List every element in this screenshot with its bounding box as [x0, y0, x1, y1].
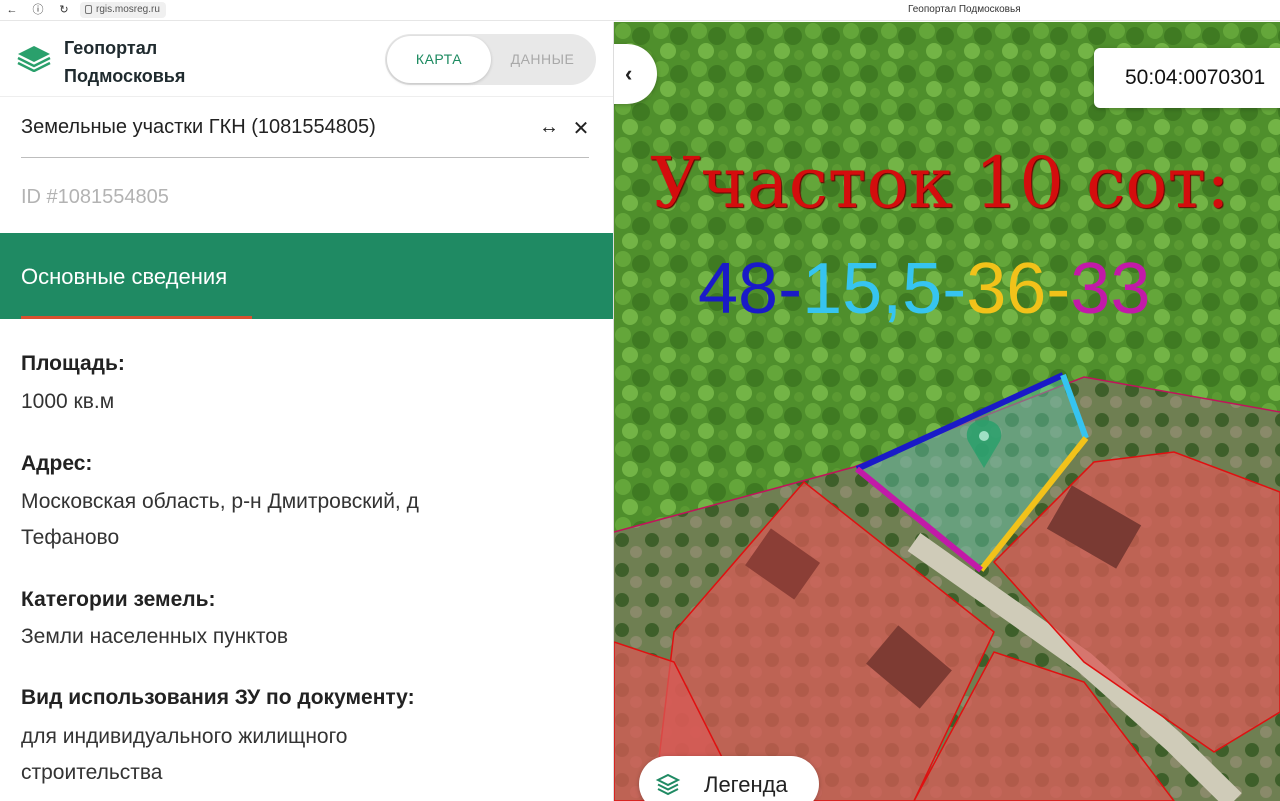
- expand-icon[interactable]: ↔: [538, 116, 560, 141]
- section-header[interactable]: Основные сведения: [0, 233, 613, 319]
- brand-line-2: Подмосковья: [64, 66, 186, 86]
- site-info-icon[interactable]: ⓘ: [32, 3, 44, 17]
- dimension-segment: -: [942, 249, 967, 329]
- overlay-dimensions: 48-15,5-36-33: [698, 248, 1150, 330]
- dimension-segment: -: [1046, 249, 1071, 329]
- cadastral-number-box[interactable]: 50:04:0070301: [1094, 48, 1280, 108]
- browser-toolbar: ← ⓘ ↻ rgis.mosreg.ru Геопортал Подмосков…: [0, 0, 1280, 21]
- layer-divider: [21, 157, 589, 158]
- cadastral-number: 50:04:0070301: [1125, 66, 1266, 89]
- view-toggle: КАРТА ДАННЫЕ: [385, 34, 596, 85]
- tab-title: Геопортал Подмосковья: [908, 4, 1021, 15]
- dimension-segment: 15,5: [802, 249, 943, 329]
- address-text: rgis.mosreg.ru: [96, 4, 160, 15]
- map-view[interactable]: ‹ 50:04:0070301 Участок 10 сот: 48-15,5-…: [614, 22, 1280, 801]
- dimension-segment: 36: [966, 249, 1047, 329]
- object-id: ID #1081554805: [21, 186, 169, 208]
- field-value-usage: для индивидуального жилищного строительс…: [21, 725, 348, 784]
- legend-label: Легенда: [704, 772, 788, 797]
- satellite-map[interactable]: [614, 22, 1280, 801]
- field-value-category: Земли населенных пунктов: [21, 625, 289, 648]
- geoportal-logo-icon: [17, 46, 51, 72]
- dimension-segment: 48: [698, 249, 779, 329]
- close-icon[interactable]: ✕: [570, 116, 592, 141]
- layers-icon: [655, 773, 681, 796]
- layer-title: Земельные участки ГКН (1081554805): [21, 116, 376, 138]
- back-arrow-icon[interactable]: ←: [6, 3, 18, 17]
- overlay-title: Участок 10 сот:: [650, 142, 1230, 224]
- address-bar[interactable]: rgis.mosreg.ru: [80, 2, 166, 18]
- field-value-address: Московская область, р-н Дмитровский, д Т…: [21, 490, 419, 549]
- tab-map[interactable]: КАРТА: [387, 36, 491, 83]
- field-value-area: 1000 кв.м: [21, 390, 115, 413]
- field-label-area: Площадь:: [21, 352, 125, 375]
- section-title: Основные сведения: [21, 264, 228, 289]
- chevron-left-icon: ‹: [625, 61, 633, 86]
- browser-nav: ← ⓘ ↻: [6, 3, 70, 17]
- tab-data[interactable]: ДАННЫЕ: [491, 36, 594, 83]
- dimension-segment: -: [778, 249, 803, 329]
- field-label-address: Адрес:: [21, 452, 93, 475]
- field-label-usage: Вид использования ЗУ по документу:: [21, 686, 415, 709]
- brand-name[interactable]: Геопортал Подмосковья: [64, 34, 185, 90]
- legend-button[interactable]: Легенда: [639, 756, 819, 801]
- brand-line-1: Геопортал: [64, 38, 158, 58]
- field-label-category: Категории земель:: [21, 588, 216, 611]
- dimension-segment: 33: [1070, 249, 1151, 329]
- info-panel: Геопортал Подмосковья КАРТА ДАННЫЕ Земел…: [0, 22, 614, 801]
- header-divider: [0, 96, 613, 97]
- reload-icon[interactable]: ↻: [58, 3, 70, 17]
- lock-icon: [85, 5, 92, 14]
- section-underline: [21, 316, 252, 319]
- layer-actions: ↔ ✕: [538, 116, 592, 141]
